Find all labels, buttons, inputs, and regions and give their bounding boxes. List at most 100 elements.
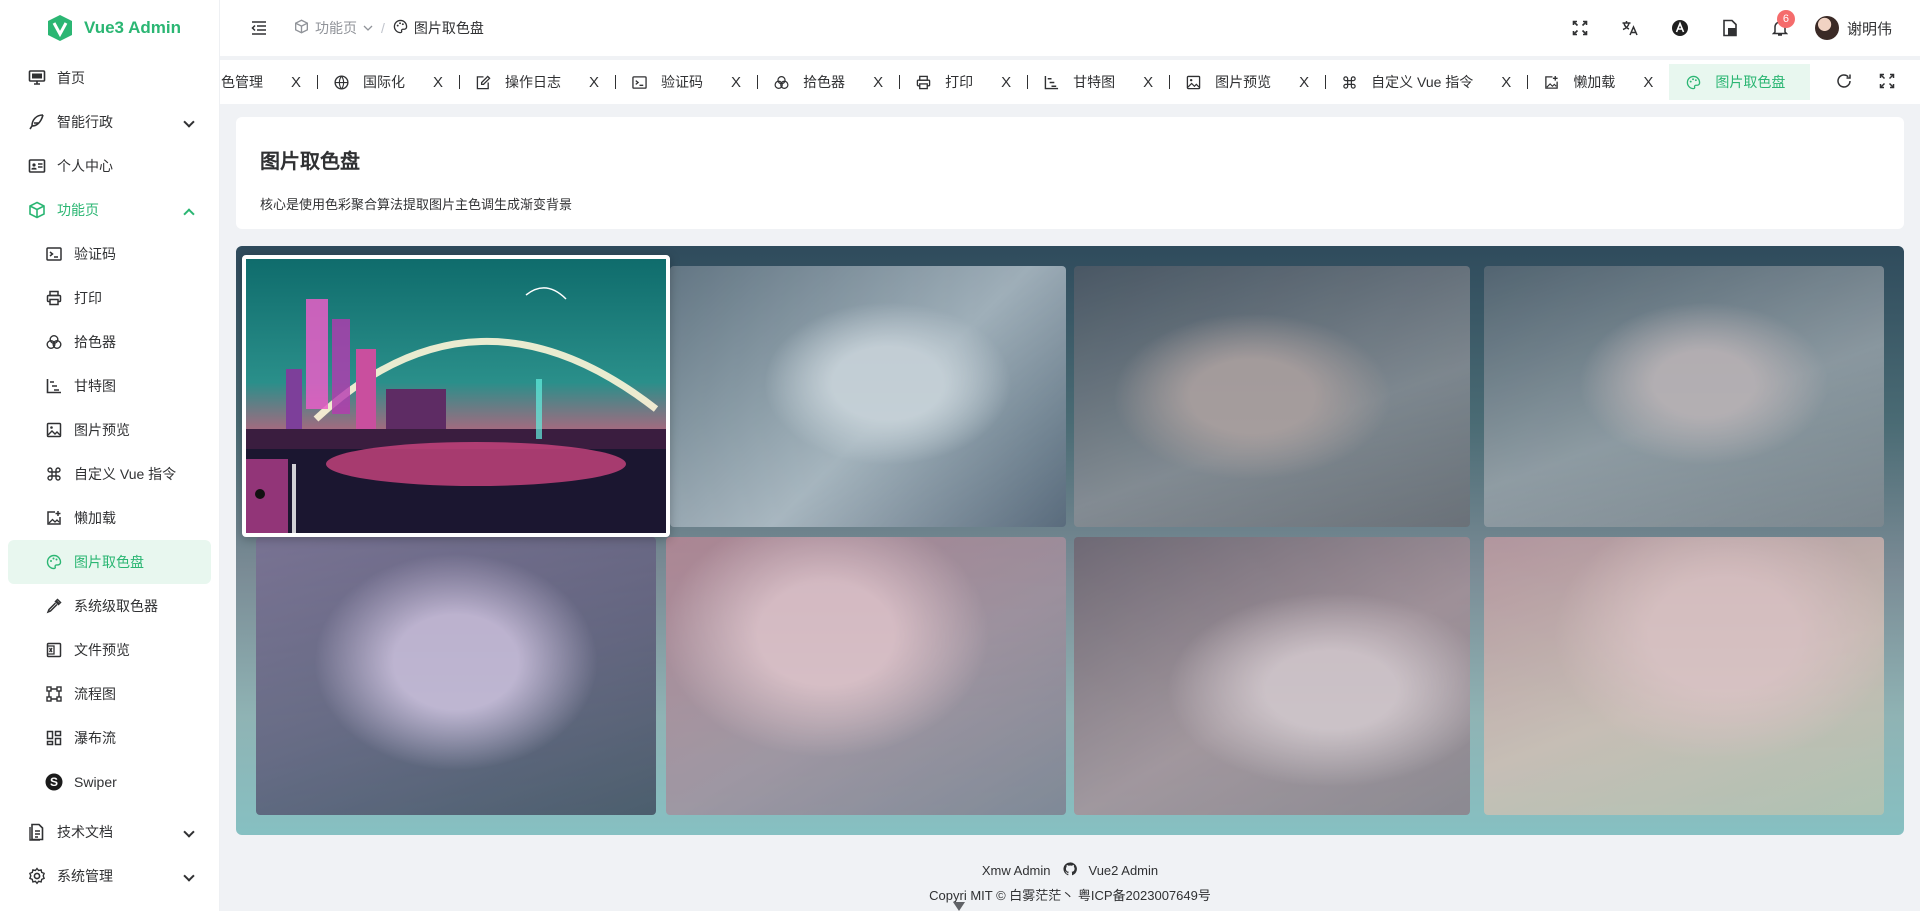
- printer-icon: [915, 74, 931, 90]
- palette-icon: [1685, 74, 1701, 90]
- tab-label: 操作日志: [505, 74, 562, 90]
- id-card-icon: [27, 156, 47, 176]
- sidebar-item-captcha[interactable]: 验证码: [0, 232, 219, 276]
- breadcrumb-item[interactable]: 功能页: [315, 18, 357, 38]
- tab-label: 图片预览: [1215, 74, 1272, 90]
- sidebar-item-color-picker[interactable]: 拾色器: [0, 320, 219, 364]
- close-icon[interactable]: X: [1501, 74, 1511, 91]
- image-plus-icon: [1543, 74, 1559, 90]
- sidebar-item-smart-admin[interactable]: 智能行政: [0, 100, 219, 144]
- gallery-image-purple-hair-girl[interactable]: [256, 537, 656, 815]
- sidebar-item-system[interactable]: 系统管理: [0, 854, 219, 898]
- gallery-image-silver-hair-girl[interactable]: [670, 266, 1066, 527]
- close-icon[interactable]: X: [291, 74, 301, 91]
- close-icon[interactable]: X: [1001, 74, 1011, 91]
- gallery-image-street-girl[interactable]: [1484, 266, 1884, 527]
- sidebar-item-image-palette[interactable]: 图片取色盘: [8, 540, 211, 584]
- eyedropper-icon: [44, 596, 64, 616]
- sidebar-item-label: 拾色器: [74, 334, 116, 350]
- refresh-icon[interactable]: [1836, 73, 1852, 92]
- tab-print[interactable]: 打印 X: [899, 64, 1027, 100]
- sidebar-item-features[interactable]: 功能页: [0, 188, 219, 232]
- breadcrumb-current: 图片取色盘: [413, 20, 484, 36]
- tab-image-preview[interactable]: 图片预览 X: [1169, 64, 1325, 100]
- monitor-icon: [27, 68, 47, 88]
- globe-icon: [333, 74, 349, 90]
- theme-a-icon[interactable]: [1655, 0, 1705, 56]
- terminal-icon: [631, 74, 647, 90]
- gallery-image-soft-girl[interactable]: [1484, 537, 1884, 815]
- vue-logo-icon: [46, 14, 74, 42]
- sidebar-item-image-preview[interactable]: 图片预览: [0, 408, 219, 452]
- sidebar-item-label: 智能行政: [57, 114, 113, 130]
- sidebar-item-label: 首页: [57, 70, 85, 86]
- sidebar-item-file-preview[interactable]: 文件预览: [0, 628, 219, 672]
- sidebar-item-lazyload[interactable]: 懒加载: [0, 496, 219, 540]
- tab-operation-log[interactable]: 操作日志 X: [459, 64, 615, 100]
- sidebar-item-docs[interactable]: 技术文档: [0, 810, 219, 854]
- sidebar-item-print[interactable]: 打印: [0, 276, 219, 320]
- tab-label: 国际化: [363, 74, 406, 90]
- tab-label: 自定义 Vue 指令: [1371, 74, 1474, 90]
- tab-label: 验证码: [661, 74, 704, 90]
- document-icon: [27, 822, 47, 842]
- collapse-menu-icon[interactable]: [247, 16, 271, 40]
- close-icon[interactable]: X: [1643, 74, 1653, 91]
- github-icon[interactable]: [1062, 862, 1077, 879]
- close-icon[interactable]: X: [873, 74, 883, 91]
- close-icon[interactable]: X: [589, 74, 599, 91]
- fullscreen-icon[interactable]: [1555, 0, 1605, 56]
- sidebar-item-label: 打印: [74, 290, 102, 306]
- tab-color-picker[interactable]: 拾色器 X: [757, 64, 899, 100]
- sidebar-item-label: 个人中心: [57, 158, 113, 174]
- terminal-icon: [44, 244, 64, 264]
- footer-link-xmw[interactable]: Xmw Admin: [982, 863, 1051, 878]
- close-icon[interactable]: X: [731, 74, 741, 91]
- sidebar-item-gantt[interactable]: 甘特图: [0, 364, 219, 408]
- sidebar-item-profile[interactable]: 个人中心: [0, 144, 219, 188]
- tab-gantt[interactable]: 甘特图 X: [1027, 64, 1169, 100]
- maximize-icon[interactable]: [1879, 73, 1895, 92]
- sidebar-submenu: 验证码 打印 拾色器 甘特图 图片预览 自定义 Vue 指令 懒加载 图片取色盘…: [0, 232, 219, 804]
- tab-lazyload[interactable]: 懒加载 X: [1527, 64, 1669, 100]
- sidebar-item-vue-directive[interactable]: 自定义 Vue 指令: [0, 452, 219, 496]
- layout-file-icon[interactable]: [1705, 0, 1755, 56]
- sidebar-item-label: 技术文档: [57, 824, 113, 840]
- close-icon[interactable]: X: [1299, 74, 1309, 91]
- gallery-image-glasses-girl[interactable]: [1074, 266, 1470, 527]
- sidebar-item-label: 瀑布流: [74, 730, 116, 746]
- translate-icon[interactable]: [1605, 0, 1655, 56]
- close-icon[interactable]: X: [433, 74, 443, 91]
- gallery-image-pink-girl[interactable]: [666, 537, 1066, 815]
- gallery-image-cyberpunk-city[interactable]: [242, 255, 670, 537]
- tab-captcha[interactable]: 验证码 X: [615, 64, 757, 100]
- image-icon: [44, 420, 64, 440]
- sidebar-item-label: 甘特图: [74, 378, 116, 394]
- gallery-image-car-girl[interactable]: [1074, 537, 1470, 815]
- sidebar-item-home[interactable]: 首页: [0, 56, 219, 100]
- caret-down-icon[interactable]: [953, 902, 965, 911]
- app-logo[interactable]: Vue3 Admin: [0, 0, 219, 56]
- user-menu[interactable]: 谢明伟: [1814, 16, 1892, 40]
- bell-icon[interactable]: 6: [1755, 0, 1805, 56]
- close-icon[interactable]: X: [1143, 74, 1153, 91]
- tab-i18n[interactable]: 国际化 X: [317, 64, 459, 100]
- breadcrumb: 功能页 / 图片取色盘: [294, 18, 484, 38]
- sidebar-item-label: Swiper: [74, 774, 117, 790]
- tab-role-management[interactable]: 角色管理 X: [220, 64, 317, 100]
- tabs-track: 角色管理 X 国际化 X 操作日志 X 验证码 X 拾色器 X 打印 X: [220, 60, 1840, 104]
- sidebar-item-waterfall[interactable]: 瀑布流: [0, 716, 219, 760]
- footer-link-vue2[interactable]: Vue2 Admin: [1089, 863, 1159, 878]
- sidebar-item-system-color-picker[interactable]: 系统级取色器: [0, 584, 219, 628]
- chevron-down-icon: [183, 826, 195, 838]
- sidebar-item-swiper[interactable]: S Swiper: [0, 760, 219, 804]
- page-header-card: 图片取色盘 核心是使用色彩聚合算法提取图片主色调生成渐变背景: [236, 117, 1904, 229]
- box-icon: [27, 200, 47, 220]
- chevron-down-icon[interactable]: [363, 20, 373, 36]
- box-icon: [294, 19, 309, 37]
- sidebar-item-flowchart[interactable]: 流程图: [0, 672, 219, 716]
- sidebar-item-label: 图片取色盘: [74, 554, 144, 570]
- command-icon: [1341, 74, 1357, 90]
- tab-vue-directive[interactable]: 自定义 Vue 指令 X: [1325, 64, 1527, 100]
- footer-links: Xmw Admin Vue2 Admin: [220, 862, 1920, 879]
